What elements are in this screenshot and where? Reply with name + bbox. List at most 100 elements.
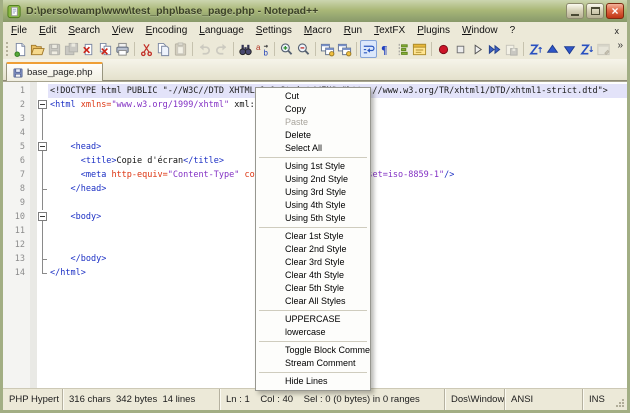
context-menu-item-stream-comment[interactable]: Stream Comment — [256, 357, 370, 370]
sort-descending-button[interactable] — [578, 40, 595, 58]
document-close-button[interactable]: x — [615, 26, 628, 36]
replace-button[interactable]: ab — [254, 40, 271, 58]
context-menu-item-using-3rd-style[interactable]: Using 3rd Style — [256, 186, 370, 199]
bookmark-margin — [30, 126, 37, 140]
stop-macro-button[interactable] — [452, 40, 469, 58]
context-menu-item-lowercase[interactable]: lowercase — [256, 326, 370, 339]
zoom-out-icon — [296, 42, 311, 57]
context-menu-item-using-4th-style[interactable]: Using 4th Style — [256, 199, 370, 212]
print-icon — [115, 42, 130, 57]
fold-marker — [37, 154, 48, 168]
line-number: 3 — [3, 112, 30, 126]
syntax-tag: <html — [50, 100, 81, 110]
menu-textfx[interactable]: TextFX — [368, 24, 411, 37]
context-menu-item-clear-1st-style[interactable]: Clear 1st Style — [256, 230, 370, 243]
toolbar-grip[interactable] — [6, 42, 9, 56]
copy-icon — [156, 42, 171, 57]
context-menu-item-clear-3rd-style[interactable]: Clear 3rd Style — [256, 256, 370, 269]
fold-marker[interactable] — [37, 98, 48, 112]
zoom-in-icon — [279, 42, 294, 57]
paste-icon — [173, 42, 188, 57]
move-up-button[interactable] — [544, 40, 561, 58]
context-menu-item-using-1st-style[interactable]: Using 1st Style — [256, 160, 370, 173]
sync-vertical-scroll-button[interactable] — [319, 40, 336, 58]
show-all-characters-button[interactable]: ¶ — [377, 40, 394, 58]
fold-marker — [37, 238, 48, 252]
play-macro-button[interactable] — [469, 40, 486, 58]
toolbar-buttons: ab ¶ — [12, 40, 612, 58]
menu-run[interactable]: Run — [338, 24, 368, 37]
context-menu-item-hide-lines[interactable]: Hide Lines — [256, 375, 370, 388]
fold-marker — [37, 84, 48, 98]
bookmark-margin — [30, 266, 37, 280]
fold-collapse-box[interactable] — [38, 212, 47, 221]
close-file-button[interactable] — [80, 40, 97, 58]
sort-ascending-button[interactable] — [527, 40, 544, 58]
minimize-button[interactable] — [566, 3, 584, 19]
word-wrap-button[interactable] — [360, 40, 377, 58]
fold-collapse-box[interactable] — [38, 142, 47, 151]
context-menu-item-clear-4th-style[interactable]: Clear 4th Style — [256, 269, 370, 282]
context-menu-item-clear-2nd-style[interactable]: Clear 2nd Style — [256, 243, 370, 256]
close-button[interactable]: × — [606, 3, 624, 19]
menu-encoding[interactable]: Encoding — [140, 24, 194, 37]
toolbar-overflow-chevron[interactable]: » — [617, 39, 623, 51]
run-macro-multiple-button[interactable] — [486, 40, 503, 58]
context-menu-item-using-5th-style[interactable]: Using 5th Style — [256, 212, 370, 225]
close-all-button[interactable] — [97, 40, 114, 58]
zoom-out-button[interactable] — [295, 40, 312, 58]
bookmark-margin — [30, 182, 37, 196]
menu-plugins[interactable]: Plugins — [411, 24, 456, 37]
context-menu-item-paste: Paste — [256, 116, 370, 129]
line-number: 4 — [3, 126, 30, 140]
menu-view[interactable]: View — [106, 24, 140, 37]
menu-window[interactable]: Window — [456, 24, 504, 37]
show-indent-guide-button[interactable] — [394, 40, 411, 58]
record-macro-button[interactable] — [435, 40, 452, 58]
menu-edit[interactable]: Edit — [33, 24, 62, 37]
menu-file[interactable]: File — [5, 24, 33, 37]
line-number: 14 — [3, 266, 30, 280]
fold-marker[interactable] — [37, 210, 48, 224]
context-menu-item-cut[interactable]: Cut — [256, 90, 370, 103]
find-button[interactable] — [237, 40, 254, 58]
menu-settings[interactable]: Settings — [250, 24, 298, 37]
copy-button[interactable] — [155, 40, 172, 58]
bookmark-margin — [30, 84, 37, 98]
menu-language[interactable]: Language — [193, 24, 250, 37]
context-menu-item-using-2nd-style[interactable]: Using 2nd Style — [256, 173, 370, 186]
context-menu-item-clear-5th-style[interactable]: Clear 5th Style — [256, 282, 370, 295]
plugin-panel-button — [595, 40, 612, 58]
new-file-button[interactable] — [12, 40, 29, 58]
save-all-icon — [64, 42, 79, 57]
cut-button[interactable] — [138, 40, 155, 58]
context-menu-item-toggle-block-comment[interactable]: Toggle Block Comment — [256, 344, 370, 357]
sync-horizontal-scroll-button[interactable] — [336, 40, 353, 58]
user-define-dialog-button[interactable] — [411, 40, 428, 58]
open-file-button[interactable] — [29, 40, 46, 58]
fold-collapse-box[interactable] — [38, 100, 47, 109]
syntax-txt: Copie d'écran — [117, 156, 184, 166]
resize-grip[interactable] — [613, 389, 627, 410]
close-icon: × — [611, 5, 618, 17]
tab-base-page-php[interactable]: base_page.php — [6, 62, 103, 81]
close-file-icon — [81, 42, 96, 57]
context-menu-item-uppercase[interactable]: UPPERCASE — [256, 313, 370, 326]
print-button[interactable] — [114, 40, 131, 58]
syntax-tag: <meta — [81, 170, 112, 180]
zoom-in-button[interactable] — [278, 40, 295, 58]
fold-marker[interactable] — [37, 140, 48, 154]
redo-icon — [214, 42, 229, 57]
context-menu-item-select-all[interactable]: Select All — [256, 142, 370, 155]
line-number: 11 — [3, 224, 30, 238]
context-menu-item-copy[interactable]: Copy — [256, 103, 370, 116]
menu-search[interactable]: Search — [62, 24, 106, 37]
context-menu-item-clear-all-styles[interactable]: Clear All Styles — [256, 295, 370, 308]
save-macro-button — [503, 40, 520, 58]
maximize-button[interactable] — [586, 3, 604, 19]
menu-[interactable]: ? — [504, 24, 522, 37]
move-down-button[interactable] — [561, 40, 578, 58]
context-menu-item-delete[interactable]: Delete — [256, 129, 370, 142]
menu-macro[interactable]: Macro — [298, 24, 338, 37]
title-bar[interactable]: D:\perso\wamp\www\test_php\base_page.php… — [3, 0, 627, 22]
